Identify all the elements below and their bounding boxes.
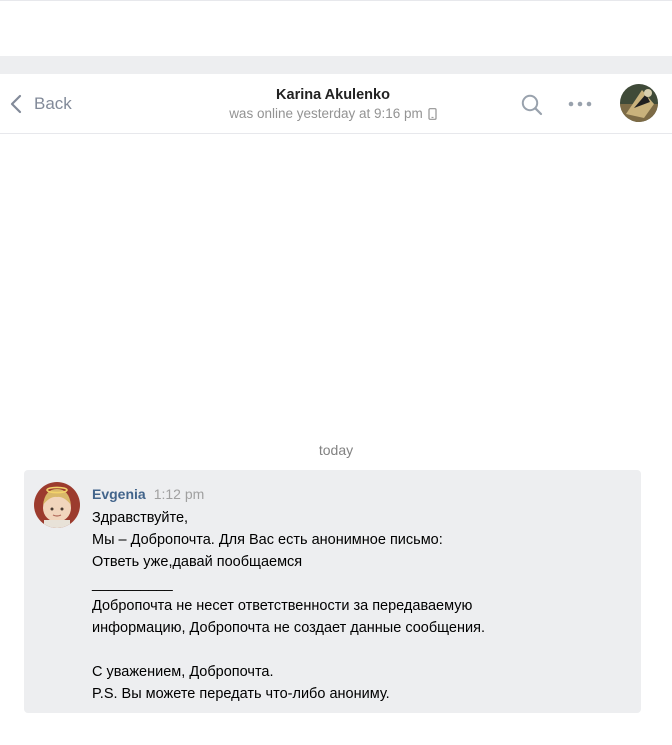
message-line: Здравствуйте, bbox=[92, 510, 189, 526]
message-line: P.S. Вы можете передать что-либо анониму… bbox=[92, 686, 390, 702]
peer-status-text: was online yesterday at 9:16 pm bbox=[229, 106, 423, 121]
message-line: Мы – Добропочта. Для Вас есть анонимное … bbox=[92, 532, 443, 548]
peer-info[interactable]: Karina Akulenko was online yesterday at … bbox=[200, 86, 466, 123]
message-text: Здравствуйте, Мы – Добропочта. Для Вас е… bbox=[92, 507, 632, 705]
message-bubble: Evgenia 1:12 pm Здравствуйте, Мы – Доброп… bbox=[24, 470, 641, 713]
message-line: информацию, Добропочта не создает данные… bbox=[92, 620, 485, 636]
message-line: Ответь уже,давай пообщаемся bbox=[92, 554, 303, 570]
back-button[interactable]: Back bbox=[6, 90, 72, 118]
message-line bbox=[92, 639, 632, 661]
date-separator: today bbox=[318, 442, 354, 458]
peer-status: was online yesterday at 9:16 pm bbox=[229, 105, 437, 123]
author-avatar[interactable] bbox=[34, 482, 80, 528]
chevron-left-icon bbox=[10, 94, 22, 114]
message-time: 1:12 pm bbox=[153, 486, 205, 502]
search-icon[interactable] bbox=[520, 93, 544, 117]
mobile-phone-icon bbox=[428, 108, 437, 120]
chat-header: Back Karina Akulenko was online yesterda… bbox=[0, 74, 672, 134]
peer-avatar[interactable] bbox=[620, 84, 658, 122]
more-horizontal-icon[interactable] bbox=[566, 96, 594, 112]
peer-name: Karina Akulenko bbox=[276, 87, 390, 103]
message-line: __________ bbox=[92, 576, 173, 592]
back-label: Back bbox=[34, 94, 72, 113]
message-line: Добропочта не несет ответственности за п… bbox=[92, 598, 473, 614]
top-blank-area bbox=[0, 0, 672, 56]
message-header: Evgenia 1:12 pm bbox=[92, 485, 204, 503]
page-background-band bbox=[0, 56, 672, 74]
author-name[interactable]: Evgenia bbox=[92, 486, 146, 502]
message-line: С уважением, Добропочта. bbox=[92, 664, 274, 680]
